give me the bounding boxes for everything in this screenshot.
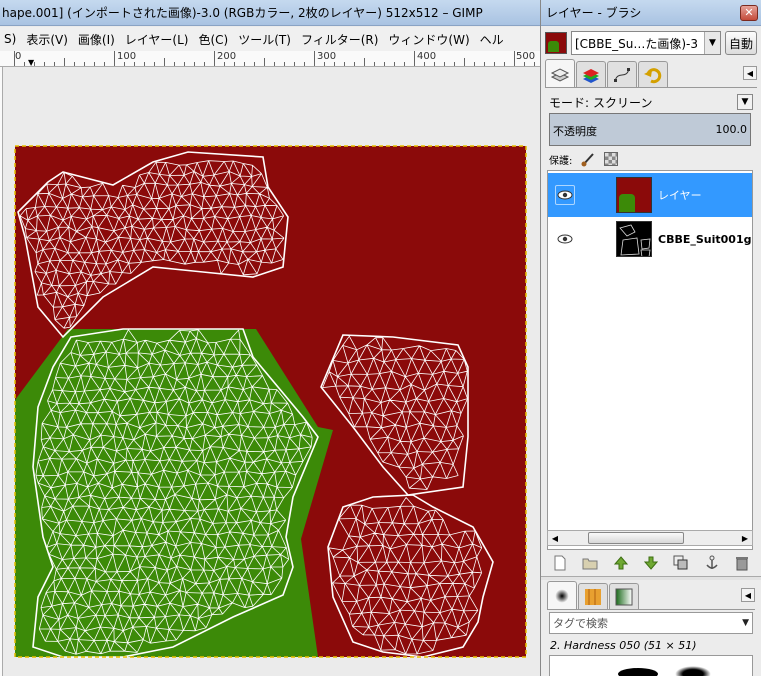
trash-icon[interactable]: [733, 554, 751, 572]
auto-button[interactable]: 自動: [725, 31, 757, 55]
image-window-titlebar[interactable]: hape.001] (インポートされた画像)-3.0 (RGBカラー, 2枚のレ…: [0, 0, 540, 26]
tab-menu-icon[interactable]: ◀: [741, 588, 755, 602]
menu-item[interactable]: S): [0, 32, 22, 46]
layer-name[interactable]: レイヤー: [658, 187, 702, 203]
channels-icon: [583, 68, 599, 83]
tab-paths[interactable]: [607, 61, 637, 87]
layer-thumbnail: [616, 221, 652, 257]
ruler-label: 0: [15, 51, 22, 62]
menu-filters[interactable]: フィルター(R): [297, 31, 384, 48]
tag-filter[interactable]: タグで検索 ▼: [549, 612, 753, 634]
image-window-title: hape.001] (インポートされた画像)-3.0 (RGBカラー, 2枚のレ…: [2, 6, 483, 20]
new-layer-icon[interactable]: [551, 554, 569, 572]
scrollbar-thumb[interactable]: [588, 532, 684, 544]
eye-toggle[interactable]: [554, 229, 576, 249]
scroll-right-icon[interactable]: ▶: [738, 531, 752, 545]
pattern-icon: [585, 588, 601, 605]
tab-undo-history[interactable]: [638, 61, 668, 87]
layer-list-scrollbar[interactable]: ◀ ▶: [547, 530, 753, 546]
tab-channels[interactable]: [576, 61, 606, 87]
lower-arrow-icon[interactable]: [642, 554, 660, 572]
image-selector-row: [CBBE_Su…た画像)-3 ▼ 自動: [545, 29, 757, 57]
menu-windows[interactable]: ウィンドウ(W): [384, 31, 475, 48]
layer-thumbnail: [616, 177, 652, 213]
menu-image[interactable]: 画像(I): [74, 31, 121, 48]
mesh-thumbnail-icon: [619, 224, 651, 256]
layer-row[interactable]: レイヤー: [548, 173, 752, 217]
dock-title: レイヤー - ブラシ: [546, 6, 642, 20]
opacity-value: 100.0: [715, 123, 748, 136]
layer-list[interactable]: レイヤー CBBE_Suit001g: [547, 170, 753, 550]
selected-brush-name: 2. Hardness 050 (51 × 51): [550, 639, 697, 652]
eye-icon: [557, 190, 573, 200]
menu-tools[interactable]: ツール(T): [234, 31, 297, 48]
menu-layer[interactable]: レイヤー(L): [121, 31, 195, 48]
canvas-area[interactable]: [3, 67, 540, 676]
tab-brushes[interactable]: [547, 581, 577, 609]
duplicate-icon[interactable]: [672, 554, 690, 572]
close-icon[interactable]: ✕: [740, 4, 758, 21]
brush-icon: [555, 588, 569, 603]
layer-toolbar: [551, 553, 751, 573]
menu-help[interactable]: ヘル: [476, 31, 510, 48]
opacity-slider[interactable]: 不透明度 100.0: [549, 113, 751, 146]
dock-titlebar[interactable]: レイヤー - ブラシ ✕: [541, 0, 761, 26]
brush-tabs: ◀: [547, 581, 755, 610]
tab-gradients[interactable]: [609, 583, 639, 609]
ruler-label: 400: [417, 51, 437, 62]
paintbrush-lock-icon[interactable]: [580, 151, 596, 167]
image-selector-value: [CBBE_Su…た画像)-3: [575, 36, 698, 51]
mode-label: モード:: [549, 95, 590, 110]
eye-toggle[interactable]: [554, 185, 576, 205]
menu-colors[interactable]: 色(C): [195, 31, 235, 48]
paths-icon: [614, 67, 630, 82]
dock-tabs: ◀: [545, 59, 757, 88]
mode-value: スクリーン: [593, 95, 653, 110]
gradient-icon: [615, 588, 633, 605]
anchor-icon[interactable]: [703, 554, 721, 572]
brush-grid[interactable]: [549, 655, 753, 676]
opacity-label: 不透明度: [553, 125, 597, 138]
image-thumbnail: [545, 32, 567, 54]
horizontal-ruler[interactable]: 0 100 200 300 400 500 ▼: [0, 51, 540, 67]
ruler-label: 200: [217, 51, 237, 62]
tab-menu-icon[interactable]: ◀: [743, 66, 757, 80]
menu-view[interactable]: 表示(V): [22, 31, 74, 48]
undo-history-icon: [644, 67, 662, 83]
layers-dock: レイヤー - ブラシ ✕ [CBBE_Su…た画像)-3 ▼ 自動 ◀ モード:…: [540, 0, 761, 676]
chevron-down-icon[interactable]: ▼: [737, 94, 753, 110]
lock-label: 保護:: [549, 155, 573, 167]
ruler-label: 100: [117, 51, 137, 62]
folder-icon[interactable]: [581, 554, 599, 572]
layers-icon: [550, 67, 570, 82]
panel-divider[interactable]: [541, 576, 761, 580]
lock-row: 保護:: [549, 150, 619, 168]
tab-layers[interactable]: [545, 59, 575, 87]
layer-name[interactable]: CBBE_Suit001g: [658, 233, 751, 246]
mode-selector[interactable]: モード: スクリーン ▼: [549, 92, 753, 112]
layer-row[interactable]: CBBE_Suit001g: [548, 217, 752, 261]
menu-bar: S) 表示(V) 画像(I) レイヤー(L) 色(C) ツール(T) フィルター…: [0, 27, 540, 51]
image-selector[interactable]: [CBBE_Su…た画像)-3 ▼: [571, 31, 721, 55]
ruler-label: 300: [317, 51, 337, 62]
image-canvas[interactable]: [3, 67, 540, 676]
ruler-label: 500: [516, 51, 536, 62]
tab-patterns[interactable]: [578, 583, 608, 609]
chevron-down-icon[interactable]: ▼: [742, 618, 749, 628]
raise-arrow-icon[interactable]: [612, 554, 630, 572]
image-window: hape.001] (インポートされた画像)-3.0 (RGBカラー, 2枚のレ…: [0, 0, 540, 676]
alpha-lock-icon[interactable]: [604, 152, 619, 166]
eye-icon: [557, 234, 573, 244]
scroll-left-icon[interactable]: ◀: [548, 531, 562, 545]
screen: hape.001] (インポートされた画像)-3.0 (RGBカラー, 2枚のレ…: [0, 0, 761, 676]
tag-filter-placeholder: タグで検索: [553, 617, 608, 630]
chevron-down-icon[interactable]: ▼: [704, 32, 720, 54]
